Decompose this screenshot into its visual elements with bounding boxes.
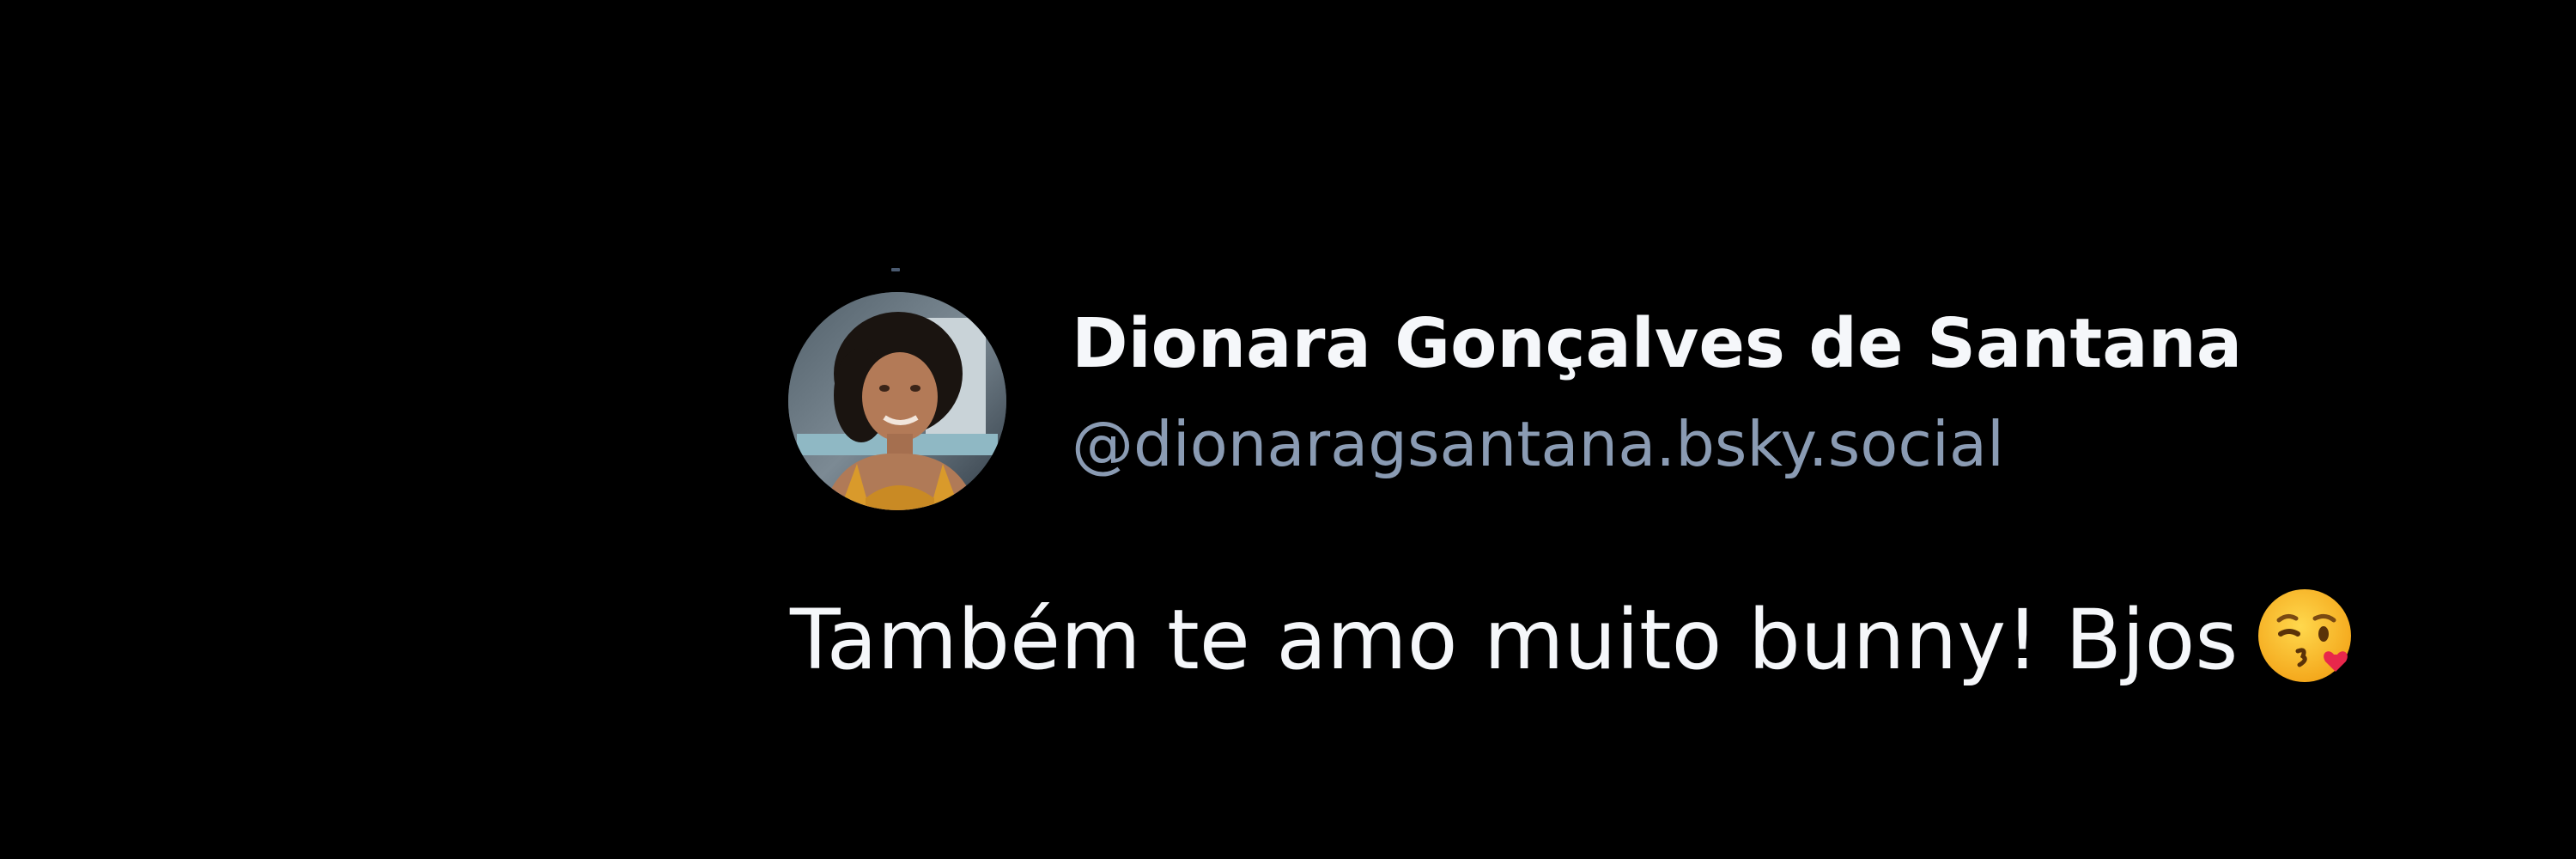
- post-body: Também te amo muito bunny! Bjos: [790, 584, 2358, 691]
- avatar[interactable]: [788, 292, 1006, 510]
- face-blowing-a-kiss-icon: [2255, 584, 2358, 687]
- divider-mark: [891, 268, 900, 271]
- post-header: Dionara Gonçalves de Santana @dionaragsa…: [788, 292, 2420, 519]
- author-info: Dionara Gonçalves de Santana @dionaragsa…: [1072, 301, 2360, 483]
- post-card: Dionara Gonçalves de Santana @dionaragsa…: [788, 292, 2420, 688]
- post-text: Também te amo muito bunny! Bjos: [790, 592, 2239, 688]
- avatar-photo: [788, 292, 1006, 510]
- author-handle[interactable]: @dionaragsantana.bsky.social: [1072, 405, 2360, 483]
- author-display-name[interactable]: Dionara Gonçalves de Santana: [1072, 301, 2360, 387]
